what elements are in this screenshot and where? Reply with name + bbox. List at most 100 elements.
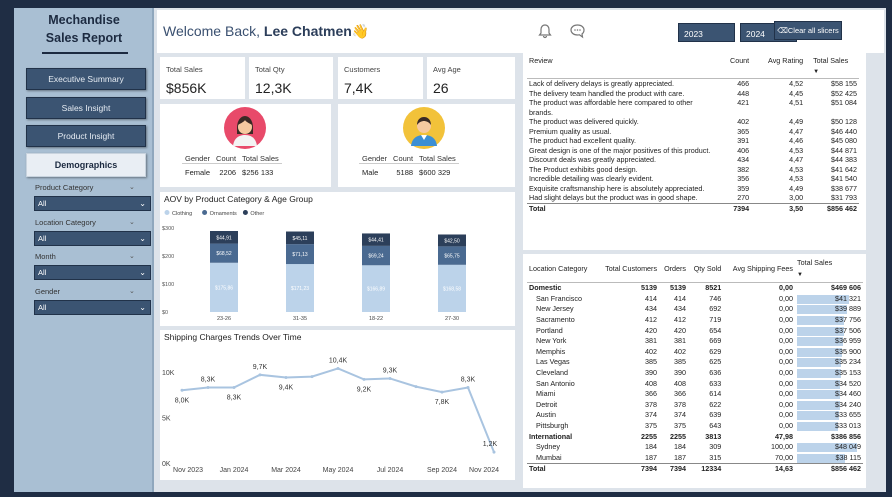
location-orders: 184 xyxy=(674,442,687,452)
location-name: San Antonio xyxy=(536,378,575,388)
location-row[interactable]: New Jersey 434 434 692 0,00 $39 889 xyxy=(527,304,863,315)
location-row[interactable]: Miami 366 366 614 0,00 $34 460 xyxy=(527,389,863,400)
data-point[interactable] xyxy=(258,373,262,377)
nav-demographics-button[interactable]: Demographics xyxy=(26,153,146,177)
col-count[interactable]: Count xyxy=(718,56,752,79)
chevron-down-icon[interactable]: ⌄ xyxy=(129,252,135,260)
user-name: Lee Chatmen👋 xyxy=(263,23,370,39)
data-point[interactable] xyxy=(362,377,366,381)
location-row[interactable]: Detroit 378 378 622 0,00 $34 240 xyxy=(527,400,863,411)
nav-sales-insight-button[interactable]: Sales Insight xyxy=(26,97,146,119)
review-row[interactable]: The product was delivered quickly. 402 4,4… xyxy=(527,117,859,127)
col-total-sales-label: Total Sales xyxy=(797,258,833,267)
sales-bar xyxy=(797,400,840,410)
location-row[interactable]: New York 381 381 669 0,00 $36 959 xyxy=(527,336,863,347)
chevron-down-icon[interactable]: ⌄ xyxy=(129,287,135,295)
chevron-down-icon[interactable]: ⌄ xyxy=(129,183,135,191)
location-sales: $35 234 xyxy=(795,357,863,368)
point-data-label: 8,3K xyxy=(227,395,242,402)
review-sales: $45 080 xyxy=(831,136,857,145)
product-category-select[interactable]: All ⌄ xyxy=(34,196,151,211)
data-point[interactable] xyxy=(388,376,392,380)
data-point[interactable] xyxy=(414,385,418,389)
review-row[interactable]: The Product exhibits good design. 382 4,53… xyxy=(527,165,859,175)
location-row[interactable]: Las Vegas 385 385 625 0,00 $35 234 xyxy=(527,357,863,368)
col-orders[interactable]: Orders xyxy=(659,258,689,284)
review-row[interactable]: Exquisite craftsmanship here is absolute… xyxy=(527,184,859,194)
location-row[interactable]: Sydney 184 184 309 100,00 $48 049 xyxy=(527,442,863,453)
review-row[interactable]: The delivery team handled the product wi… xyxy=(527,89,859,99)
col-avg-rating[interactable]: Avg Rating xyxy=(751,56,806,79)
location-orders: 402 xyxy=(674,346,687,356)
location-category-select[interactable]: All ⌄ xyxy=(34,231,151,246)
data-point[interactable] xyxy=(310,375,314,379)
nav-product-insight-button[interactable]: Product Insight xyxy=(26,125,146,147)
location-row[interactable]: Mumbai 187 187 315 70,00 $38 115 xyxy=(527,453,863,464)
location-qty: 669 xyxy=(709,336,722,346)
review-rating: 4,51 xyxy=(789,98,804,107)
data-point[interactable] xyxy=(232,386,236,390)
location-name: Total xyxy=(527,463,597,475)
col-review[interactable]: Review xyxy=(527,56,719,79)
location-row[interactable]: San Francisco 414 414 746 0,00 $41 321 xyxy=(527,294,863,305)
bell-icon[interactable] xyxy=(537,23,553,42)
data-point[interactable] xyxy=(466,386,470,390)
location-row[interactable]: Memphis 402 402 629 0,00 $35 900 xyxy=(527,347,863,358)
location-qty: 315 xyxy=(709,452,722,462)
col-count: Count xyxy=(390,154,417,164)
year-2023-button[interactable]: 2023 xyxy=(678,23,735,42)
data-point[interactable] xyxy=(492,450,496,454)
location-group-row[interactable]: Domestic 5139 5139 8521 0,00 $469 606 xyxy=(527,283,863,294)
bar-data-label: $71,13 xyxy=(292,252,308,258)
col-total-sales[interactable]: Total Sales ▼ xyxy=(795,258,863,284)
clear-slicers-button[interactable]: ⌫Clear all slicers xyxy=(774,21,842,40)
review-row[interactable]: Great design is one of the major positiv… xyxy=(527,146,859,156)
month-select[interactable]: All ⌄ xyxy=(34,265,151,280)
data-point[interactable] xyxy=(440,390,444,394)
chevron-down-icon[interactable]: ⌄ xyxy=(129,218,135,226)
col-qty-sold[interactable]: Qty Sold xyxy=(688,258,724,284)
bar-data-label: $171,23 xyxy=(291,286,309,292)
col-location-category[interactable]: Location Category xyxy=(527,258,597,284)
col-avg-shipping-fees[interactable]: Avg Shipping Fees xyxy=(723,258,795,284)
location-sales-value: $41 321 xyxy=(835,293,861,303)
sort-desc-icon: ▼ xyxy=(813,68,820,75)
review-row[interactable]: Had slight delays but the product was in… xyxy=(527,193,859,203)
location-sales: $37 506 xyxy=(795,326,863,337)
nav-executive-summary-button[interactable]: Executive Summary xyxy=(26,68,146,90)
y-tick-label: $100 xyxy=(162,282,174,288)
location-orders: 187 xyxy=(674,452,687,462)
location-sales: $48 049 xyxy=(795,442,863,453)
location-row[interactable]: Portland 420 420 654 0,00 $37 506 xyxy=(527,326,863,337)
review-row[interactable]: Discount deals was greatly appreciated. 4… xyxy=(527,155,859,165)
location-row[interactable]: San Antonio 408 408 633 0,00 $34 520 xyxy=(527,379,863,390)
location-row[interactable]: Austin 374 374 639 0,00 $33 655 xyxy=(527,410,863,421)
review-count: 421 xyxy=(737,98,750,107)
location-row[interactable]: Sacramento 412 412 719 0,00 $37 756 xyxy=(527,315,863,326)
data-point[interactable] xyxy=(284,376,288,380)
data-point[interactable] xyxy=(180,388,184,392)
location-qty: 719 xyxy=(709,314,722,324)
location-group-row[interactable]: International 2255 2255 3813 47,98 $386 856 xyxy=(527,432,863,443)
location-row[interactable]: Pittsburgh 375 375 643 0,00 $33 013 xyxy=(527,421,863,432)
review-row[interactable]: The product was affordable here compared… xyxy=(527,98,859,117)
chat-icon[interactable] xyxy=(569,23,586,42)
location-sales: $36 959 xyxy=(795,336,863,347)
shipping-series-line[interactable] xyxy=(181,367,495,453)
review-row[interactable]: Lack of delivery delays is greatly appre… xyxy=(527,79,859,89)
bar-data-label: $42,50 xyxy=(444,238,460,244)
location-row[interactable]: Cleveland 390 390 636 0,00 $35 153 xyxy=(527,368,863,379)
data-point[interactable] xyxy=(336,366,340,370)
location-total-row[interactable]: Total 7394 7394 12334 14,63 $856 462 xyxy=(527,463,863,475)
review-row[interactable]: Premium quality as usual. 365 4,47 $46 440 xyxy=(527,127,859,137)
col-total-customers[interactable]: Total Customers xyxy=(596,258,660,284)
location-sales: $386 856 xyxy=(795,432,863,443)
gender-select[interactable]: All ⌄ xyxy=(34,300,151,315)
location-name: Austin xyxy=(536,410,556,420)
data-point[interactable] xyxy=(206,386,210,390)
review-row[interactable]: Incredible detailing was clearly evident… xyxy=(527,174,859,184)
location-customers: 414 xyxy=(645,293,658,303)
brand-line2: Sales Report xyxy=(45,31,123,45)
col-total-sales[interactable]: Total Sales ▼ xyxy=(805,56,859,79)
review-row[interactable]: The product had excellent quality. 391 4,4… xyxy=(527,136,859,146)
